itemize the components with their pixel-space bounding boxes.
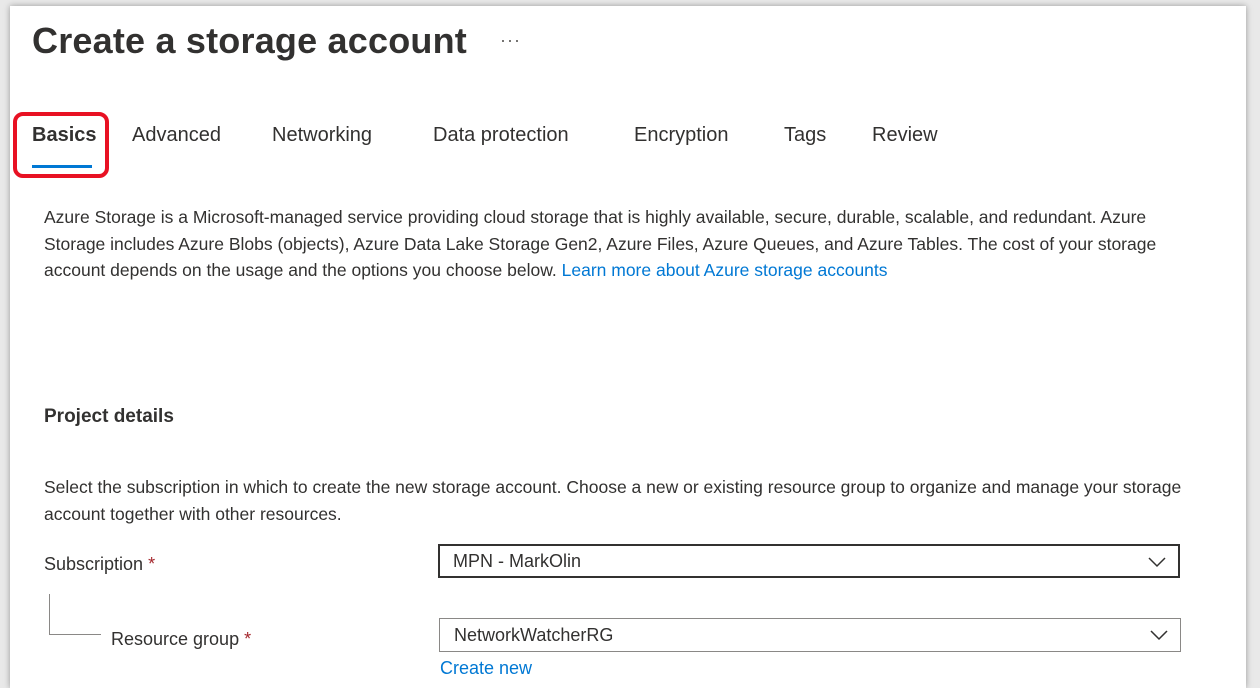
tab-review[interactable]: Review xyxy=(872,124,938,147)
tab-tags[interactable]: Tags xyxy=(784,124,826,147)
chevron-down-icon xyxy=(1150,630,1168,641)
chevron-down-icon xyxy=(1148,557,1166,568)
subscription-value: MPN - MarkOlin xyxy=(453,551,582,571)
tab-advanced[interactable]: Advanced xyxy=(132,124,221,147)
project-details-heading: Project details xyxy=(44,406,174,427)
required-asterisk: * xyxy=(244,629,252,649)
create-new-resource-group-link[interactable]: Create new xyxy=(440,658,532,679)
resource-group-select[interactable]: NetworkWatcherRG xyxy=(439,618,1181,652)
project-details-description: Select the subscription in which to crea… xyxy=(44,477,1182,524)
subscription-label: Subscription * xyxy=(44,554,155,575)
subscription-select[interactable]: MPN - MarkOlin xyxy=(438,544,1180,578)
tab-bar: Basics Advanced Networking Data protecti… xyxy=(10,124,1246,168)
subscription-label-text: Subscription xyxy=(44,554,144,574)
learn-more-link[interactable]: Learn more about Azure storage accounts xyxy=(562,260,888,280)
active-tab-indicator xyxy=(32,165,92,168)
tab-encryption[interactable]: Encryption xyxy=(634,124,729,147)
resource-group-label-text: Resource group xyxy=(111,629,240,649)
tree-connector-horizontal xyxy=(49,634,101,635)
required-asterisk: * xyxy=(148,554,156,574)
create-storage-panel: Create a storage account ··· Basics Adva… xyxy=(10,6,1246,688)
tree-connector-vertical xyxy=(49,594,50,634)
tab-networking[interactable]: Networking xyxy=(272,124,372,147)
more-options-icon[interactable]: ··· xyxy=(500,30,521,51)
resource-group-value: NetworkWatcherRG xyxy=(454,625,614,645)
tab-basics[interactable]: Basics xyxy=(32,124,97,147)
resource-group-label: Resource group * xyxy=(111,629,251,650)
page-title: Create a storage account xyxy=(32,20,467,61)
tab-data-protection[interactable]: Data protection xyxy=(433,124,569,147)
intro-paragraph: Azure Storage is a Microsoft-managed ser… xyxy=(44,204,1184,284)
